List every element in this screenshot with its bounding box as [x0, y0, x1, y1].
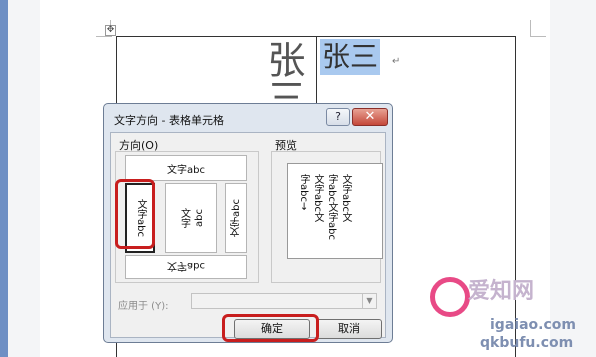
- table-move-handle-icon[interactable]: ✥: [105, 25, 116, 36]
- preview-text: 文字abc文 字abc文字abc 文字abc文 字abc→: [298, 174, 351, 240]
- crop-mark: [96, 36, 112, 37]
- watermark-url: igaiao.com: [490, 317, 576, 333]
- preview-box: 文字abc文 字abc文字abc 文字abc文 字abc→: [287, 163, 383, 259]
- watermark-text: 爱知网: [468, 279, 535, 304]
- selected-cell-text[interactable]: 张三: [320, 39, 381, 75]
- watermark: 爱知网 igaiao.com qkbufu.com: [430, 267, 590, 355]
- close-button[interactable]: ✕: [352, 108, 388, 126]
- dialog-titlebar[interactable]: 文字方向 - 表格单元格 ? ✕: [104, 104, 392, 130]
- option-horizontal-label: 文字abc: [167, 164, 205, 176]
- watermark-url-2: qkbufu.com: [480, 335, 574, 351]
- dialog-title: 文字方向 - 表格单元格: [114, 114, 224, 127]
- option-stacked-label-1: 文字: [178, 208, 190, 228]
- option-vertical-stacked[interactable]: 文字 abc: [165, 183, 217, 253]
- highlight-ok-button: [222, 314, 319, 342]
- option-horizontal-flipped[interactable]: 文字abc: [125, 255, 247, 279]
- option-horizontal[interactable]: 文字abc: [125, 155, 247, 181]
- option-rotate-left-label: 文字abc: [230, 199, 242, 237]
- watermark-logo-icon: [430, 277, 470, 317]
- table-cell-divider: [316, 36, 317, 106]
- paragraph-mark: ↵: [392, 56, 401, 67]
- help-button[interactable]: ?: [326, 108, 350, 126]
- apply-to-label: 应用于 (Y):: [118, 301, 169, 312]
- cancel-button[interactable]: 取消: [316, 319, 382, 339]
- crop-mark: [530, 36, 546, 37]
- apply-to-select[interactable]: ▼: [191, 293, 377, 309]
- dropdown-arrow-icon[interactable]: ▼: [362, 294, 376, 308]
- highlight-selected-option: [115, 179, 155, 249]
- option-vertical-rotate-left[interactable]: 文字abc: [225, 183, 247, 253]
- option-stacked-label-2: abc: [193, 209, 205, 227]
- window-left-edge: [0, 0, 8, 357]
- option-flipped-label: 文字abc: [167, 259, 205, 271]
- crop-mark: [530, 20, 531, 36]
